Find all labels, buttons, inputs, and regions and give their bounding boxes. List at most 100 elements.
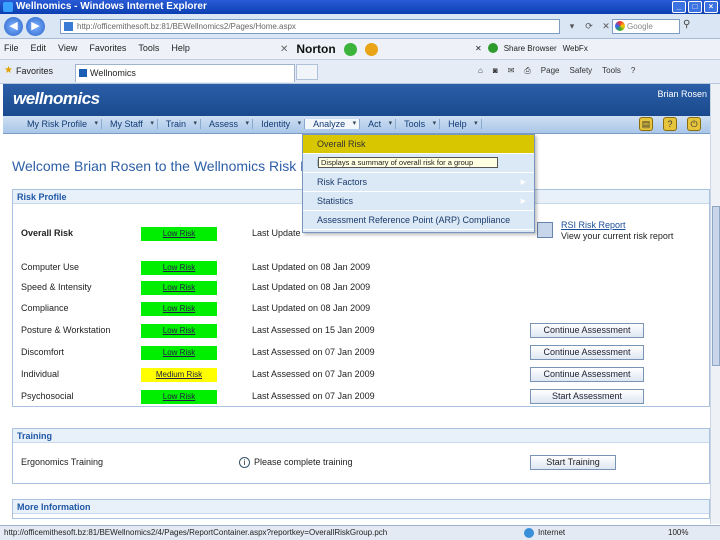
menu-favorites[interactable]: Favorites <box>89 43 126 53</box>
risk-row: Speed & Intensity Low Risk Last Updated on… <box>21 279 701 295</box>
close-share-icon[interactable]: ✕ <box>475 44 482 53</box>
submenu-arrow-icon: ▶ <box>520 198 526 205</box>
norton-toolbar: ✕ Norton <box>280 42 378 56</box>
start-training-button[interactable]: Start Training <box>530 455 616 470</box>
risk-factor-name: Overall Risk <box>21 228 74 238</box>
tab-title: Wellnomics <box>90 68 136 78</box>
safety-menu[interactable]: Safety <box>569 66 592 76</box>
menu-tools[interactable]: Tools <box>138 43 159 53</box>
risk-level-badge[interactable]: Low Risk <box>141 324 217 338</box>
close-toolbar-icon[interactable]: ✕ <box>280 44 288 55</box>
logout-icon[interactable]: ⏻ <box>687 117 701 131</box>
close-icon[interactable]: × <box>704 1 718 13</box>
risk-level-badge[interactable]: Medium Risk <box>141 368 217 382</box>
menu-edit[interactable]: Edit <box>31 43 47 53</box>
book-icon[interactable]: ▤ <box>639 117 653 131</box>
maximize-icon[interactable]: □ <box>688 1 702 13</box>
last-updated: Last Updated on 08 Jan 2009 <box>252 303 371 313</box>
nav-my-risk-profile[interactable]: My Risk Profile <box>19 119 103 129</box>
favorites-bar: ★ Favorites Wellnomics ⌂ ◙ ✉ ⎙ Page Safe… <box>0 60 720 84</box>
page-menu[interactable]: Page <box>541 66 560 76</box>
command-bar: ⌂ ◙ ✉ ⎙ Page Safety Tools ? <box>478 66 635 76</box>
nav-identity[interactable]: Identity <box>253 119 306 129</box>
dropdown-item[interactable]: Statistics ▶ <box>303 192 534 211</box>
risk-level-badge[interactable]: Low Risk <box>141 261 217 275</box>
menu-file[interactable]: File <box>4 43 19 53</box>
assessment-button[interactable]: Continue Assessment <box>530 345 644 360</box>
norton-label[interactable]: Norton <box>296 42 335 56</box>
address-input[interactable]: http://officemithesoft.bz:81/BEWellnomic… <box>60 19 560 34</box>
new-tab-button[interactable] <box>296 64 318 80</box>
window-titlebar: Wellnomics - Windows Internet Explorer _… <box>0 0 720 14</box>
risk-level-badge[interactable]: Low Risk <box>141 281 217 295</box>
status-url: http://officemithesoft.bz:81/BEWellnomic… <box>4 528 388 537</box>
training-info: i Please complete training <box>239 457 353 468</box>
analyze-dropdown-menu: Overall RiskRiskRisk Factors▶Statistics▶… <box>302 134 535 233</box>
dropdown-item[interactable]: Assessment Reference Point (ARP) Complia… <box>303 211 534 230</box>
check-icon[interactable] <box>343 42 357 56</box>
dropdown-item[interactable]: Overall Risk <box>303 135 534 154</box>
zoom-level[interactable]: 100% <box>668 526 688 540</box>
dropdown-item-label: Overall Risk <box>317 139 366 149</box>
dropdown-item[interactable]: Risk Factors ▶ <box>303 173 534 192</box>
tools-menu[interactable]: Tools <box>602 66 621 76</box>
nav-assess[interactable]: Assess <box>201 119 254 129</box>
address-buttons: ▾ ⟳ ✕ <box>565 19 613 34</box>
nav-my-staff[interactable]: My Staff <box>102 119 158 129</box>
google-icon <box>615 21 625 31</box>
risk-factor-name: Speed & Intensity <box>21 282 92 292</box>
share-browser-label[interactable]: Share Browser <box>504 44 557 53</box>
more-information-title: More Information <box>13 500 709 514</box>
risk-level-badge[interactable]: Low Risk <box>141 302 217 316</box>
assessment-button[interactable]: Continue Assessment <box>530 367 644 382</box>
last-updated: Last Updated on 08 Jan 2009 <box>252 262 371 272</box>
risk-row: Computer Use Low Risk Last Updated on 08 J… <box>21 259 701 275</box>
dropdown-arrow-icon[interactable]: ▾ <box>565 19 579 34</box>
tab-wellnomics[interactable]: Wellnomics <box>75 64 295 82</box>
nav-help[interactable]: Help <box>440 119 482 129</box>
favorites-button[interactable]: ★ Favorites <box>4 65 53 76</box>
nav-train[interactable]: Train <box>158 119 202 129</box>
stop-icon[interactable]: ✕ <box>599 19 613 34</box>
scrollbar-thumb[interactable] <box>712 206 720 366</box>
search-icon[interactable]: ⚲ <box>683 19 690 30</box>
nav-act[interactable]: Act <box>360 119 397 129</box>
webfx-label[interactable]: WebFx <box>563 44 588 53</box>
app-logo: wellnomics <box>13 89 100 108</box>
window-controls: _ □ × <box>672 1 718 13</box>
nav-tools[interactable]: Tools <box>396 119 441 129</box>
risk-level-badge[interactable]: Low Risk <box>141 346 217 360</box>
menu-help[interactable]: Help <box>171 43 190 53</box>
assessment-button[interactable]: Continue Assessment <box>530 323 644 338</box>
tab-favicon-icon <box>79 69 87 77</box>
minimize-icon[interactable]: _ <box>672 1 686 13</box>
window-title: Wellnomics - Windows Internet Explorer <box>16 1 207 12</box>
back-button[interactable]: ◀ <box>4 17 23 36</box>
forward-button[interactable]: ▶ <box>26 17 45 36</box>
print-icon[interactable]: ⎙ <box>524 66 530 76</box>
vertical-scrollbar[interactable] <box>710 84 720 524</box>
assessment-button[interactable]: Start Assessment <box>530 389 644 404</box>
user-name: Brian Rosen <box>657 89 707 99</box>
search-input[interactable]: Google <box>612 19 680 34</box>
risk-factor-name: Psychosocial <box>21 391 74 401</box>
mail-icon[interactable]: ✉ <box>508 66 515 76</box>
lock-icon[interactable] <box>364 42 378 56</box>
last-updated: Last Assessed on 07 Jan 2009 <box>252 391 375 401</box>
more-information-panel: More Information <box>12 499 710 519</box>
feeds-icon[interactable]: ◙ <box>493 66 498 76</box>
home-icon[interactable]: ⌂ <box>478 66 483 76</box>
last-updated: Last Assessed on 07 Jan 2009 <box>252 369 375 379</box>
help-circle-icon[interactable]: ? <box>663 117 677 131</box>
risk-level-badge[interactable]: Low Risk <box>141 227 217 241</box>
nav-analyze[interactable]: Analyze <box>305 119 361 129</box>
menu-view[interactable]: View <box>58 43 77 53</box>
last-updated: Last Assessed on 07 Jan 2009 <box>252 347 375 357</box>
search-placeholder: Google <box>627 22 653 31</box>
risk-level-badge[interactable]: Low Risk <box>141 390 217 404</box>
help-icon[interactable]: ? <box>631 66 635 76</box>
nav-icons: ▤ ? ⏻ <box>639 117 701 131</box>
refresh-icon[interactable]: ⟳ <box>582 19 596 34</box>
share-icon <box>487 43 498 53</box>
security-zone: Internet <box>524 526 565 540</box>
